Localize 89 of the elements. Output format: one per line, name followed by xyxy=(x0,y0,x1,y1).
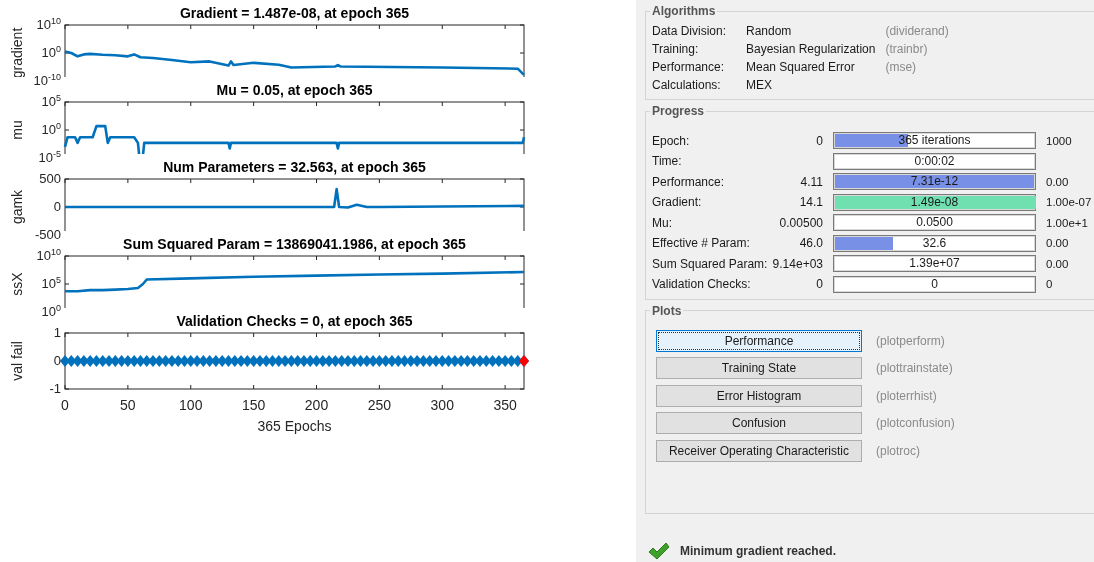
tick-label: 0 xyxy=(53,198,61,216)
target-value: 0 xyxy=(1046,278,1054,290)
plot-button[interactable]: Error Histogram xyxy=(656,384,862,407)
target-value: 1.00e-07 xyxy=(1046,196,1093,208)
axis-label: gradient xyxy=(9,27,25,77)
axis-label: ssX xyxy=(9,272,25,296)
plot-button[interactable]: Training State xyxy=(656,357,862,379)
group-title: Plots xyxy=(651,303,683,318)
tick-label: 0 xyxy=(61,397,69,413)
initial-value: 14.1 xyxy=(798,195,823,209)
progress-value: 0 xyxy=(930,276,939,292)
tick-label: 250 xyxy=(367,397,392,413)
target-value: 0.00 xyxy=(1046,237,1070,249)
function-hint: (ploterrhist) xyxy=(876,388,937,403)
function-hint: (plotroc) xyxy=(876,443,920,458)
axis-label: gamk xyxy=(9,189,25,225)
function-hint: (mse) xyxy=(885,60,918,75)
chart-title: Num Parameters = 32.563, at epoch 365 xyxy=(163,159,426,175)
tick-label: 10$^{10}$ xyxy=(36,246,61,265)
progress-value: 0.0500 xyxy=(915,215,954,230)
tick-label: 10$^{5}$ xyxy=(41,92,61,111)
tick-label: 350 xyxy=(493,397,517,413)
axis-label: val fail xyxy=(9,341,25,381)
function-hint: (plottrainstate) xyxy=(876,361,953,375)
tick-label: 10$^{10}$ xyxy=(36,15,61,34)
progress-value: 1.49e-08 xyxy=(909,194,960,210)
initial-value: 46.0 xyxy=(798,236,823,250)
initial-value: 9.14e+03 xyxy=(771,256,823,271)
field-label: Validation Checks: xyxy=(652,277,752,291)
group-title: Progress xyxy=(651,104,706,118)
field-label: Time: xyxy=(652,154,683,168)
initial-value: 4.11 xyxy=(799,174,823,189)
plot-button[interactable]: Receiver Operating Characteristic xyxy=(656,439,862,462)
chart-title: Gradient = 1.487e-08, at epoch 365 xyxy=(179,5,410,21)
tick-label: 500 xyxy=(39,170,61,188)
chart-title: Validation Checks = 0, at epoch 365 xyxy=(176,313,413,329)
tick-label: 300 xyxy=(430,397,454,413)
status-message: Minimum gradient reached. xyxy=(680,544,837,558)
tick-label: 10$^{5}$ xyxy=(41,274,61,293)
initial-value: 0.00500 xyxy=(778,215,823,230)
field-value: Mean Squared Error xyxy=(746,60,856,75)
group-title: Algorithms xyxy=(651,4,717,18)
target-value: 1000 xyxy=(1046,134,1073,147)
field-value: Random xyxy=(746,24,793,39)
chart-title: Mu = 0.05, at epoch 365 xyxy=(216,82,373,98)
field-label: Performance: xyxy=(652,174,726,189)
field-label: Calculations: xyxy=(652,78,722,93)
target-value: 0.00 xyxy=(1046,257,1070,270)
target-value: 1.00e+1 xyxy=(1046,216,1089,229)
tick-label: 0 xyxy=(53,352,61,370)
progress-value: 0:00:02 xyxy=(913,153,956,169)
field-label: Data Division: xyxy=(652,24,728,39)
tick-label: -1 xyxy=(49,380,61,398)
function-hint: (plotperform) xyxy=(876,333,945,348)
field-label: Effective # Param: xyxy=(652,236,751,250)
initial-value: 0 xyxy=(815,133,823,148)
tick-label: 10$^{0}$ xyxy=(41,302,61,321)
field-label: Sum Squared Param: xyxy=(652,256,769,271)
tick-label: 150 xyxy=(241,397,266,413)
function-hint: (dividerand) xyxy=(885,24,949,39)
tick-label: -500 xyxy=(34,226,61,244)
axis-label: mu xyxy=(9,120,25,140)
axis-label: 365 Epochs xyxy=(257,418,332,434)
tick-label: 10$^{0}$ xyxy=(41,120,61,139)
field-label: Training: xyxy=(652,42,700,57)
field-label: Gradient: xyxy=(652,195,703,209)
field-value: MEX xyxy=(746,78,773,93)
checkmark-icon xyxy=(648,542,670,560)
plot-button[interactable]: Confusion xyxy=(656,412,862,434)
progress-value: 1.39e+07 xyxy=(908,256,961,271)
initial-value: 0 xyxy=(815,277,823,291)
function-hint: (plotconfusion) xyxy=(876,416,955,430)
function-hint: (trainbr) xyxy=(885,42,929,57)
field-value: Bayesian Regularization xyxy=(746,42,876,57)
tick-label: 10$^{0}$ xyxy=(41,43,61,62)
tick-label: 50 xyxy=(120,397,136,413)
tick-label: 10$^{-5}$ xyxy=(38,148,61,167)
tick-label: 10$^{-10}$ xyxy=(33,71,61,90)
target-value: 0.00 xyxy=(1046,175,1070,188)
tick-label: 200 xyxy=(304,397,329,413)
field-label: Mu: xyxy=(652,215,673,230)
plot-button[interactable]: Performance xyxy=(656,329,862,352)
progress-value: 32.6 xyxy=(921,235,948,251)
chart-title: Sum Squared Param = 13869041.1986, at epoch 365 xyxy=(123,236,466,252)
progress-value: 7.31e-12 xyxy=(909,174,960,189)
field-label: Epoch: xyxy=(652,133,691,148)
tick-label: 1 xyxy=(53,324,61,342)
tick-label: 100 xyxy=(179,397,203,413)
field-label: Performance: xyxy=(652,60,726,75)
